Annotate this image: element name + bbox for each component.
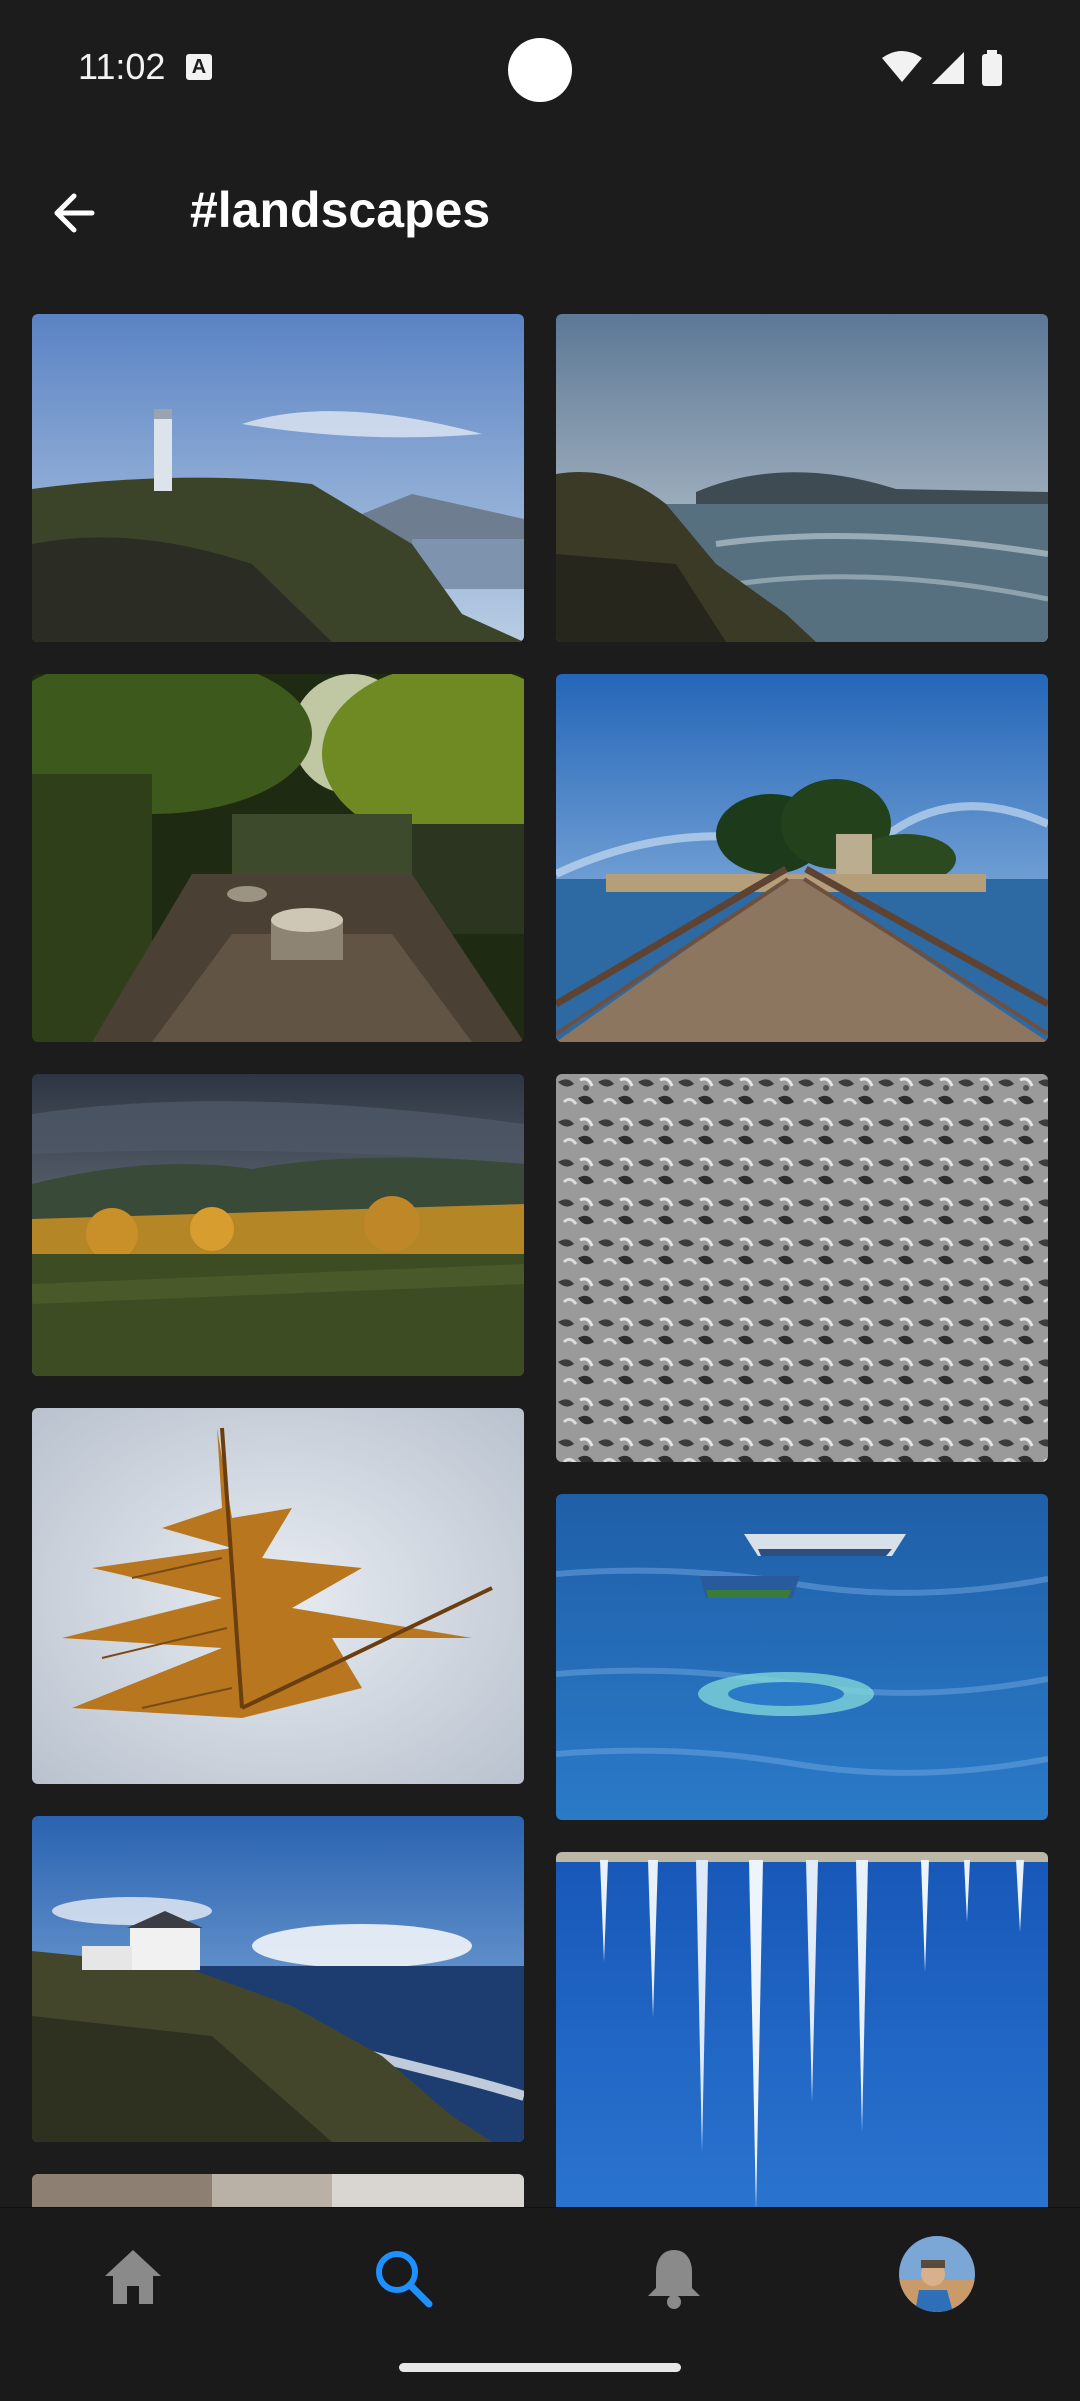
camera-cutout (508, 38, 572, 102)
system-icons (880, 48, 1010, 93)
back-arrow-icon[interactable] (40, 178, 110, 248)
nav-home[interactable] (93, 2238, 173, 2318)
photo-oak-leaf-on-ice[interactable] (32, 1408, 524, 1784)
home-icon (105, 2250, 161, 2304)
search-icon (376, 2251, 433, 2308)
page-title: #landscapes (190, 182, 491, 238)
photo-grid (0, 312, 1080, 2207)
photo-rocky-coastline-sea[interactable] (556, 314, 1048, 642)
photo-white-house-on-cliff[interactable] (32, 1816, 524, 2142)
photo-mossy-stone-ruins-forest[interactable] (32, 674, 524, 1042)
app-bar: #landscapes (0, 150, 1080, 280)
bell-icon (648, 2250, 700, 2309)
photo-wooden-bridge-to-island[interactable] (556, 674, 1048, 1042)
status-time: 11:02 (78, 46, 166, 87)
wifi-icon (882, 51, 922, 82)
avatar[interactable] (899, 2236, 975, 2312)
photo-gray-abstract-texture[interactable] (556, 1074, 1048, 1462)
status-a-badge-icon: A (186, 54, 212, 80)
battery-icon (982, 50, 1002, 86)
signal-icon (932, 52, 964, 84)
photo-lighthouse-on-coast[interactable] (32, 314, 524, 642)
photo-partial[interactable] (32, 2174, 524, 2207)
home-indicator (399, 2363, 681, 2372)
nav-search[interactable] (363, 2238, 443, 2318)
photo-autumn-mountain-field[interactable] (32, 1074, 524, 1376)
nav-notifications[interactable] (634, 2238, 714, 2318)
photo-icicles-blue-sky[interactable] (556, 1852, 1048, 2207)
photo-blue-water-boats[interactable] (556, 1494, 1048, 1820)
status-bar: 11:02 A (0, 0, 1080, 140)
